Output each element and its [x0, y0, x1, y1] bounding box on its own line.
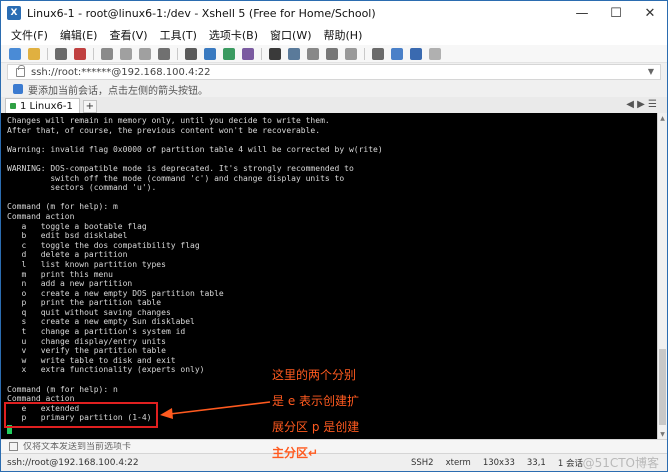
terminal-line: Warning: invalid flag 0x0000 of partitio… [7, 144, 383, 154]
toolbar-separator [177, 47, 178, 60]
terminal-line: o create a new empty DOS partition table [7, 288, 224, 298]
ssh-lock-icon [16, 64, 25, 77]
status-protocol: SSH2 [411, 458, 434, 468]
transfer-icon[interactable] [204, 47, 216, 60]
scroll-thumb[interactable] [659, 349, 666, 425]
open-folder-icon[interactable] [28, 47, 40, 60]
layout-icon[interactable] [372, 47, 384, 60]
toolbar-separator [93, 47, 94, 60]
status-cursor-position: 33,1 [526, 458, 546, 468]
title-bar: X Linux6-1 - root@linux6-1:/dev - Xshell… [1, 1, 667, 25]
terminal-line: WARNING: DOS-compatible mode is deprecat… [7, 163, 354, 173]
annotation-line: 是 e 表示创建扩 [272, 394, 360, 408]
terminal-line: d delete a partition [7, 250, 128, 260]
address-bar[interactable]: ssh://root:******@192.168.100.4:22 ▼ [7, 64, 661, 80]
toolbar [1, 45, 667, 63]
tab-label: 1 Linux6-1 [20, 100, 73, 112]
status-size: 130x33 [482, 458, 515, 468]
menu-help[interactable]: 帮助(H) [324, 27, 363, 43]
highlight-box [4, 402, 158, 428]
close-button[interactable]: ✕ [633, 1, 667, 25]
session-hint-bar: 要添加当前会话，点击左侧的箭头按钮。 [1, 81, 667, 97]
connect-icon[interactable] [55, 47, 67, 60]
fullscreen-icon[interactable] [307, 47, 319, 60]
tab-bar: 1 Linux6-1 + ◀ ▶ ☰ [1, 97, 667, 113]
new-session-icon[interactable] [9, 47, 21, 60]
toolbar-separator [364, 47, 365, 60]
terminal-line: After that, of course, the previous cont… [7, 125, 321, 135]
terminal-line: l list known partition types [7, 259, 166, 269]
session-arrow-icon[interactable] [13, 84, 23, 94]
terminal-line: m print this menu [7, 269, 113, 279]
terminal-line: sectors (command 'u'). [7, 183, 157, 193]
terminal-line: u change display/entry units [7, 336, 166, 346]
terminal-line: p print the partition table [7, 298, 162, 308]
address-value: ssh://root:******@192.168.100.4:22 [31, 66, 211, 78]
compose-icon[interactable] [345, 47, 357, 60]
toolbar-separator [47, 47, 48, 60]
font-icon[interactable] [242, 47, 254, 60]
tab-navigation-icon[interactable]: ◀ ▶ ☰ [626, 99, 657, 110]
comment-icon[interactable] [391, 47, 403, 60]
terminal-line: c toggle the dos compatibility flag [7, 240, 200, 250]
add-tab-button[interactable]: + [82, 100, 97, 113]
terminal-line: b edit bsd disklabel [7, 231, 128, 241]
status-connection: ssh://root@192.168.100.4:22 [7, 457, 139, 468]
annotation-line: 这里的两个分别 [272, 368, 357, 382]
disconnect-icon[interactable] [74, 47, 86, 60]
terminal-line: s create a new empty Sun disklabel [7, 317, 195, 327]
session-hint-text: 要添加当前会话，点击左侧的箭头按钮。 [28, 85, 208, 97]
terminal-line: t change a partition's system id [7, 327, 186, 337]
terminal-line: v verify the partition table [7, 346, 166, 356]
status-terminal-type: xterm [445, 458, 471, 468]
status-details: SSH2 xterm 130x33 33,1 1 会话 [411, 454, 595, 472]
globe-icon[interactable] [223, 47, 235, 60]
menu-window[interactable]: 窗口(W) [270, 27, 311, 43]
search-icon[interactable] [158, 47, 170, 60]
window-title: Linux6-1 - root@linux6-1:/dev - Xshell 5… [27, 6, 376, 20]
properties-icon[interactable] [101, 47, 113, 60]
terminal-scrollbar[interactable]: ▲ ▼ [657, 113, 667, 439]
menu-view[interactable]: 查看(V) [109, 27, 147, 43]
watermark: @51CTO博客 [582, 456, 659, 470]
scroll-up-icon[interactable]: ▲ [658, 113, 667, 123]
help-icon[interactable] [410, 47, 422, 60]
terminal-line: q quit without saving changes [7, 307, 171, 317]
terminal-line: n add a new partition [7, 279, 133, 289]
compose-menu-icon[interactable] [9, 442, 18, 451]
terminal-line: a toggle a bootable flag [7, 221, 147, 231]
terminal-line: Command action [7, 211, 75, 221]
terminal-line: Command (m for help): m [7, 202, 118, 212]
toolbar-separator [261, 47, 262, 60]
annotation-text: 这里的两个分别 是 e 表示创建扩 展分区 p 是创建 主分区↵ [272, 362, 392, 466]
connected-status-icon [10, 103, 16, 109]
annotation-line: 展分区 p 是创建 [272, 420, 360, 434]
maximize-button[interactable]: ☐ [599, 1, 633, 25]
tab-linux6-1[interactable]: 1 Linux6-1 [5, 98, 80, 113]
menu-bar: 文件(F) 编辑(E) 查看(V) 工具(T) 选项卡(B) 窗口(W) 帮助(… [1, 25, 667, 45]
menu-file[interactable]: 文件(F) [11, 27, 48, 43]
scroll-down-icon[interactable]: ▼ [658, 429, 667, 439]
copy-icon[interactable] [120, 47, 132, 60]
lock-icon[interactable] [326, 47, 338, 60]
keyboard-icon[interactable] [288, 47, 300, 60]
xshell-app-icon: X [7, 6, 21, 20]
minimize-button[interactable]: — [565, 1, 599, 25]
terminal-line: switch off the mode (command 'c') and ch… [7, 173, 345, 183]
status-sessions: 1 会话 [557, 459, 583, 469]
terminal-line: Changes will remain in memory only, unti… [7, 116, 330, 125]
chat-icon[interactable] [429, 47, 441, 60]
menu-edit[interactable]: 编辑(E) [60, 27, 98, 43]
chevron-down-icon[interactable]: ▼ [648, 67, 654, 76]
print-icon[interactable] [185, 47, 197, 60]
window-controls: — ☐ ✕ [565, 1, 667, 25]
annotation-line: 主分区↵ [272, 446, 319, 460]
menu-tabs[interactable]: 选项卡(B) [209, 27, 258, 43]
paste-icon[interactable] [139, 47, 151, 60]
script-icon[interactable] [269, 47, 281, 60]
menu-tools[interactable]: 工具(T) [160, 27, 197, 43]
